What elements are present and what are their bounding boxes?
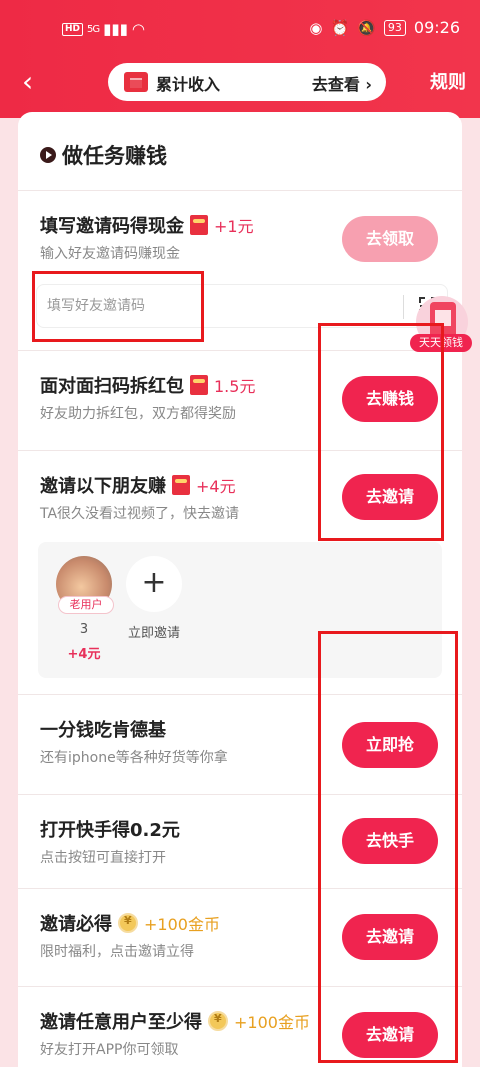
task-subtitle: 限时福利，点击邀请立得 — [40, 944, 194, 960]
friend-reward: +4元 — [67, 647, 101, 662]
section-title: 做任务赚钱 — [40, 140, 167, 170]
avatar: 老用户 — [56, 556, 114, 614]
coin-icon — [208, 1011, 228, 1031]
chevron-left-icon: ‹ — [22, 65, 34, 98]
task-subtitle: 好友助力拆红包，双方都得奖励 — [40, 406, 236, 422]
task-title: 邀请以下朋友赚 +4元 — [40, 472, 236, 498]
red-packet-icon — [190, 375, 208, 395]
eye-icon: ◉ — [309, 18, 323, 37]
add-friend-item[interactable]: + 立即邀请 — [124, 556, 184, 641]
add-friend-label: 立即邀请 — [127, 626, 180, 641]
task-reward: 1.5元 — [214, 377, 256, 396]
task-title-text: 邀请任意用户至少得 — [40, 1012, 202, 1033]
task-reward: +1元 — [214, 217, 254, 236]
rules-link[interactable]: 规则 — [430, 68, 466, 94]
task-reward: +100金币 — [144, 915, 220, 934]
task-subtitle: 好友打开APP你可领取 — [40, 1042, 179, 1058]
invite-button[interactable]: 去邀请 — [342, 474, 438, 520]
task-subtitle: TA很久没看过视频了，快去邀请 — [40, 506, 240, 522]
task-invite-any-user: 邀请任意用户至少得 +100金币 好友打开APP你可领取 去邀请 — [18, 986, 462, 1067]
wallet-icon — [124, 72, 148, 92]
friend-count: 3 — [79, 622, 89, 637]
invite-button[interactable]: 去邀请 — [342, 914, 438, 960]
task-kfc: 一分钱吃肯德基 还有iphone等各种好货等你拿 立即抢 — [18, 694, 462, 794]
task-title: 邀请必得 +100金币 — [40, 910, 220, 936]
task-invite-friends: 邀请以下朋友赚 +4元 TA很久没看过视频了，快去邀请 去邀请 — [18, 450, 462, 550]
task-title-text: 填写邀请码得现金 — [40, 216, 184, 237]
task-subtitle: 还有iphone等各种好货等你拿 — [40, 750, 228, 766]
old-user-badge: 老用户 — [58, 596, 114, 614]
task-reward: +4元 — [196, 477, 236, 496]
task-title-text: 面对面扫码拆红包 — [40, 376, 184, 397]
back-button[interactable]: ‹ — [22, 64, 52, 100]
section-title-text: 做任务赚钱 — [62, 144, 167, 168]
red-packet-icon — [190, 215, 208, 235]
wifi-icon: ◠ — [131, 20, 145, 38]
task-reward: +100金币 — [234, 1013, 310, 1032]
mute-icon: 🔕 — [357, 18, 376, 37]
task-subtitle: 输入好友邀请码赚现金 — [40, 246, 180, 262]
red-packet-icon — [172, 475, 190, 495]
invite-code-field[interactable] — [36, 284, 448, 328]
task-subtitle: 点击按钮可直接打开 — [40, 850, 166, 866]
signal-icon: 5G — [87, 23, 100, 35]
divider — [403, 295, 404, 319]
play-circle-icon — [40, 147, 56, 163]
view-earnings-link[interactable]: 去查看 › — [312, 71, 372, 95]
grab-button[interactable]: 立即抢 — [342, 722, 438, 768]
task-face-to-face: 面对面扫码拆红包 1.5元 好友助力拆红包，双方都得奖励 去赚钱 — [18, 350, 462, 450]
task-title: 面对面扫码拆红包 1.5元 — [40, 372, 255, 398]
signal-bars-icon: ▮▮▮ — [103, 20, 128, 38]
task-title: 填写邀请码得现金 +1元 — [40, 212, 254, 238]
friend-item[interactable]: 老用户 3 +4元 — [54, 556, 114, 662]
task-title: 一分钱吃肯德基 — [40, 720, 166, 741]
invite-button[interactable]: 去邀请 — [342, 1012, 438, 1058]
battery-icon: 93 — [383, 19, 406, 36]
alarm-icon: ⏰ — [330, 18, 350, 37]
earn-button[interactable]: 去赚钱 — [342, 376, 438, 422]
plus-icon[interactable]: + — [126, 556, 182, 612]
hd-indicator: HD — [62, 22, 84, 36]
task-card: 做任务赚钱 填写邀请码得现金 +1元 输入好友邀请码赚现金 去领取 面对面扫码拆… — [18, 112, 462, 1067]
friends-list: 老用户 3 +4元 + 立即邀请 — [38, 542, 442, 678]
task-title-text: 邀请以下朋友赚 — [40, 476, 166, 497]
earnings-pill[interactable]: 累计收入 去查看 › — [108, 63, 386, 101]
task-title-text: 邀请必得 — [40, 914, 112, 935]
clock: 09:26 — [413, 18, 460, 37]
coin-icon — [118, 913, 138, 933]
task-title: 邀请任意用户至少得 +100金币 — [40, 1008, 310, 1034]
open-kuaishou-button[interactable]: 去快手 — [342, 818, 438, 864]
floating-ad[interactable]: 天天领钱 — [410, 296, 472, 358]
status-bar: HD 5G ▮▮▮ ◠ ◉ ⏰ 🔕 93 09:26 — [0, 0, 480, 56]
task-open-kuaishou: 打开快手得0.2元 点击按钮可直接打开 去快手 — [18, 794, 462, 894]
task-invite-guaranteed: 邀请必得 +100金币 限时福利，点击邀请立得 去邀请 — [18, 888, 462, 988]
ad-label: 天天领钱 — [410, 334, 472, 352]
earnings-label: 累计收入 — [156, 75, 221, 94]
task-title: 打开快手得0.2元 — [40, 820, 180, 841]
invite-code-input[interactable] — [47, 293, 367, 319]
claim-button[interactable]: 去领取 — [342, 216, 438, 262]
